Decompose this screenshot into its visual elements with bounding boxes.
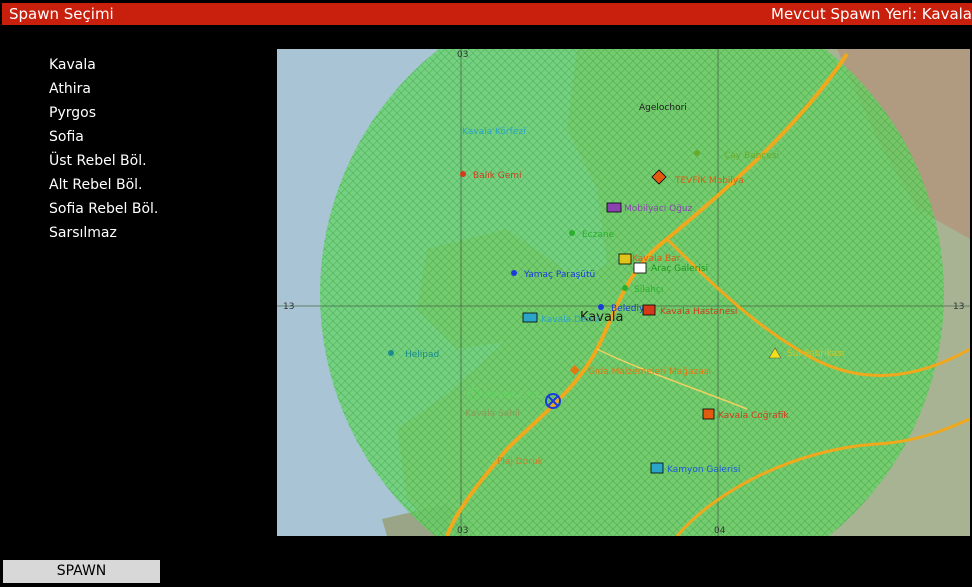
marker-label-yamac-parasutu: Yamaç Paraşütü <box>523 270 595 280</box>
city-hall-icon[interactable] <box>598 304 604 310</box>
marker-label-kavala-bar: Kavala Bar <box>632 254 681 264</box>
marker-label-gida-magazasi: Gıda Malzemeleri Mağazası <box>588 367 711 377</box>
spawn-item-pyrgos[interactable]: Pyrgos <box>49 101 158 125</box>
marker-label-cay-bahcesi: Çay Bahçesi <box>724 151 779 161</box>
marker-label-kavala-korfezi: Kavala Körfezi <box>462 127 526 137</box>
spawn-item-alt-rebel[interactable]: Alt Rebel Böl. <box>49 173 158 197</box>
furniture-icon[interactable] <box>606 202 622 213</box>
spawn-point-list: Kavala Athira Pyrgos Sofia Üst Rebel Böl… <box>49 53 158 245</box>
marker-label-araba-galerisi: Araç Galerisi <box>651 264 708 274</box>
spawn-item-kavala[interactable]: Kavala <box>49 53 158 77</box>
marker-label-kamyon-galerisi: Kamyon Galerisi <box>667 465 740 475</box>
spawn-item-athira[interactable]: Athira <box>49 77 158 101</box>
hospital-icon[interactable] <box>642 304 656 316</box>
grid-label-x-right-bottom: 04 <box>714 526 726 536</box>
bar-icon[interactable] <box>618 253 632 265</box>
pharmacy-icon[interactable] <box>569 230 575 236</box>
marker-label-kavala-deniz: Kavala Deniz <box>541 315 600 325</box>
marker-label-eczane: Eczane <box>582 230 615 240</box>
marker-label-kavala-hastanesi: Kavala Hastanesi <box>660 307 737 317</box>
marker-label-plaj-doruk: Plaj Doruk <box>497 457 544 467</box>
current-spawn-label: Mevcut Spawn Yeri: Kavala <box>771 5 972 23</box>
gun-shop-icon[interactable] <box>622 285 628 291</box>
spawn-item-sarsilmaz[interactable]: Sarsılmaz <box>49 221 158 245</box>
marker-label-mobilyaci-oguz: Mobilyacı Oğuz <box>624 204 693 214</box>
grid-label-y-right: 13 <box>953 302 964 312</box>
title-bar: Spawn Seçimi Mevcut Spawn Yeri: Kavala <box>2 3 972 25</box>
marker-label-tevfik-mobilya: TEVFİK Mobilya <box>674 175 744 186</box>
paraglide-icon[interactable] <box>511 270 517 276</box>
marker-label-kavala-sahil: Kavala Sahil <box>465 409 520 419</box>
map-view[interactable]: 03 03 04 13 13 Kavala Agelochori Kavala … <box>277 49 970 536</box>
marker-label-balik-gemi: Balık Gemi <box>473 171 522 181</box>
spawn-item-sofia-rebel[interactable]: Sofia Rebel Böl. <box>49 197 158 221</box>
marker-label-agelochori: Agelochori <box>639 103 687 113</box>
marker-label-silahci: Silahçı <box>634 285 663 295</box>
marker-label-helipad: Helipad <box>405 350 439 360</box>
marker-label-kavala-cikis: Kavala Çıkış <box>485 390 539 400</box>
geography-icon[interactable] <box>702 408 715 420</box>
helipad-icon[interactable] <box>388 350 394 356</box>
pin-icon[interactable] <box>460 171 466 177</box>
spawn-item-sofia[interactable]: Sofia <box>49 125 158 149</box>
marker-label-sut-fabrikasi: Süt Fabrikası <box>787 349 844 359</box>
marker-label-kavala-cografik: Kavala Coğrafik <box>718 411 789 421</box>
spawn-item-ust-rebel[interactable]: Üst Rebel Böl. <box>49 149 158 173</box>
cafe-icon[interactable] <box>694 150 700 156</box>
truck-dealer-icon[interactable] <box>650 462 664 474</box>
grid-label-x-left-top: 03 <box>457 50 468 60</box>
grid-label-x-left-bottom: 03 <box>457 526 468 536</box>
spawn-zone-hatch <box>320 49 944 536</box>
spawn-button[interactable]: SPAWN <box>3 560 160 583</box>
window-title: Spawn Seçimi <box>9 5 114 23</box>
grid-label-y-left: 13 <box>283 302 294 312</box>
boat-icon[interactable] <box>522 312 538 323</box>
car-dealer-icon[interactable] <box>633 262 647 274</box>
